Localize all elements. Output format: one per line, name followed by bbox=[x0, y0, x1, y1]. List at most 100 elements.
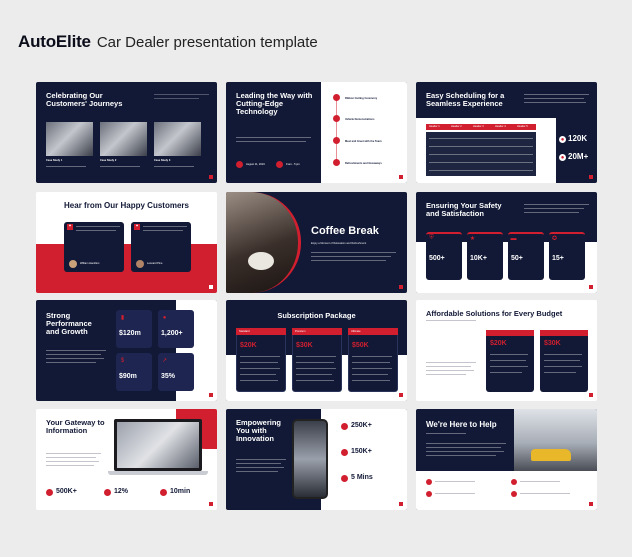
slide-subtitle: Enjoy a Moment of Relaxation and Refresh… bbox=[311, 242, 367, 245]
growth-icon: ↗ bbox=[161, 358, 168, 364]
plan-price-1: $20K bbox=[240, 342, 257, 349]
quote-icon: ❝ bbox=[67, 224, 73, 230]
table-header-5: Header 5 bbox=[517, 125, 528, 128]
corner-mark bbox=[209, 502, 213, 506]
stat-15: 15+ bbox=[552, 255, 564, 262]
car-icon: ▬ bbox=[510, 235, 517, 242]
slide-title: Leading the Way with Cutting-Edge Techno… bbox=[236, 91, 313, 116]
stat-10min: 10min bbox=[170, 488, 191, 495]
slide-happy-customers[interactable]: Hear from Our Happy Customers ❝ ❝ Willia… bbox=[36, 192, 217, 293]
event-date: August 11, 2024 bbox=[246, 163, 265, 166]
customer-name-1: William Hamilton bbox=[80, 262, 100, 265]
stat-90m: $90m bbox=[119, 373, 137, 380]
slide-title: Coffee Break bbox=[311, 225, 379, 237]
corner-mark bbox=[589, 175, 593, 179]
event-time: 9 am - 5 pm bbox=[286, 163, 300, 166]
corner-mark bbox=[399, 393, 403, 397]
plan-card-ultimate[interactable] bbox=[348, 328, 398, 392]
stat-icon bbox=[341, 449, 348, 456]
slide-cutting-edge-tech[interactable]: Leading the Way with Cutting-Edge Techno… bbox=[226, 82, 407, 183]
stat-12: 12% bbox=[114, 488, 129, 495]
plan-card-premium[interactable] bbox=[292, 328, 342, 392]
stat-icon bbox=[46, 489, 53, 496]
coffee-photo bbox=[226, 192, 301, 293]
slide-subscription-package[interactable]: Subscription Package Standard Premium Ul… bbox=[226, 300, 407, 401]
slide-title: Celebrating Our Customers' Journeys bbox=[46, 91, 123, 108]
price-1: $20K bbox=[490, 340, 507, 347]
slide-coffee-break[interactable]: Coffee Break Enjoy a Moment of Relaxatio… bbox=[226, 192, 407, 293]
timeline-dot-4 bbox=[333, 159, 340, 166]
calendar-icon bbox=[236, 161, 243, 168]
plan-name-1: Standard bbox=[236, 328, 286, 335]
table-header-1: Header 1 bbox=[429, 125, 440, 128]
stat-50: 50+ bbox=[511, 255, 523, 262]
slide-gateway-information[interactable]: Your Gateway to Information 500K+ 12% 10… bbox=[36, 409, 217, 510]
slide-customers-journeys[interactable]: Celebrating Our Customers' Journeys Case… bbox=[36, 82, 217, 183]
case-label-3: Case Study 3 bbox=[154, 159, 171, 162]
table-header-2: Header 2 bbox=[451, 125, 462, 128]
plan-name-3: Ultimate bbox=[348, 328, 398, 335]
slide-empowering-innovation[interactable]: Empowering You with Innovation 250K+ 150… bbox=[226, 409, 407, 510]
timeline-item-2: Vehicle Demonstrations bbox=[345, 118, 375, 121]
email-icon bbox=[426, 491, 432, 497]
corner-mark bbox=[589, 285, 593, 289]
timeline-dot-3 bbox=[333, 137, 340, 144]
plan-card-standard[interactable] bbox=[236, 328, 286, 392]
case-photo-3 bbox=[154, 122, 201, 156]
slide-here-to-help[interactable]: We're Here to Help bbox=[416, 409, 597, 510]
corner-mark bbox=[399, 502, 403, 506]
price-2: $30K bbox=[544, 340, 561, 347]
slide-title: Affordable Solutions for Every Budget bbox=[426, 309, 563, 318]
star-icon: ★ bbox=[469, 236, 476, 242]
page-header: AutoElite Car Dealer presentation templa… bbox=[18, 32, 318, 52]
corner-mark bbox=[209, 285, 213, 289]
plan-name-2: Premium bbox=[292, 328, 342, 335]
brand-title: AutoElite bbox=[18, 32, 91, 51]
corner-mark bbox=[589, 393, 593, 397]
corner-mark bbox=[209, 393, 213, 397]
corner-mark bbox=[399, 175, 403, 179]
stat-icon bbox=[160, 489, 167, 496]
dealership-photo bbox=[514, 409, 597, 471]
stat-250k: 250K+ bbox=[351, 422, 372, 429]
plan-price-2: $30K bbox=[296, 342, 313, 349]
stat-icon bbox=[341, 423, 348, 430]
phone-image bbox=[292, 419, 328, 499]
corner-mark bbox=[399, 285, 403, 289]
corner-mark bbox=[589, 502, 593, 506]
slide-title: Easy Scheduling for a Seamless Experienc… bbox=[426, 91, 505, 108]
shield-icon: ⛨ bbox=[429, 235, 434, 241]
stat-icon-2: ● bbox=[559, 154, 566, 161]
corner-mark bbox=[209, 175, 213, 179]
avatar bbox=[69, 260, 77, 268]
stat-10k: 10K+ bbox=[470, 255, 487, 262]
laptop-photo bbox=[114, 419, 202, 471]
case-label-1: Case Study 1 bbox=[46, 159, 63, 162]
slide-title: Your Gateway to Information bbox=[46, 418, 105, 435]
clock-icon bbox=[276, 161, 283, 168]
stat-icon bbox=[104, 489, 111, 496]
slide-title: Strong Performance and Growth bbox=[46, 311, 92, 336]
web-icon bbox=[511, 479, 517, 485]
stat-20m: 20M+ bbox=[568, 152, 589, 161]
stat-icon bbox=[341, 475, 348, 482]
quote-icon: ❝ bbox=[134, 224, 140, 230]
timeline-dot-2 bbox=[333, 115, 340, 122]
page-subtitle: Car Dealer presentation template bbox=[96, 34, 318, 51]
stat-120k: 120K bbox=[568, 134, 588, 143]
users-icon: ● bbox=[162, 314, 167, 321]
slide-title: Hear from Our Happy Customers bbox=[64, 201, 189, 210]
slide-easy-scheduling[interactable]: Easy Scheduling for a Seamless Experienc… bbox=[416, 82, 597, 183]
slide-safety-satisfaction[interactable]: Ensuring Your Safety and Satisfaction ⛨ … bbox=[416, 192, 597, 293]
timeline-item-3: Meet and Greet with the Team bbox=[345, 140, 382, 143]
stat-500k: 500K+ bbox=[56, 488, 77, 495]
coffee-cup bbox=[248, 252, 274, 270]
slide-intro-text bbox=[154, 92, 209, 104]
phone-icon bbox=[426, 479, 432, 485]
slide-affordable-solutions[interactable]: Affordable Solutions for Every Budget $2… bbox=[416, 300, 597, 401]
badge-icon: ✪ bbox=[551, 236, 558, 242]
slide-title: Subscription Package bbox=[277, 311, 356, 320]
table-header-3: Header 3 bbox=[473, 125, 484, 128]
stat-5mins: 5 Mins bbox=[351, 474, 373, 481]
slide-performance-growth[interactable]: Strong Performance and Growth ▮ ● $ ↗ $1… bbox=[36, 300, 217, 401]
